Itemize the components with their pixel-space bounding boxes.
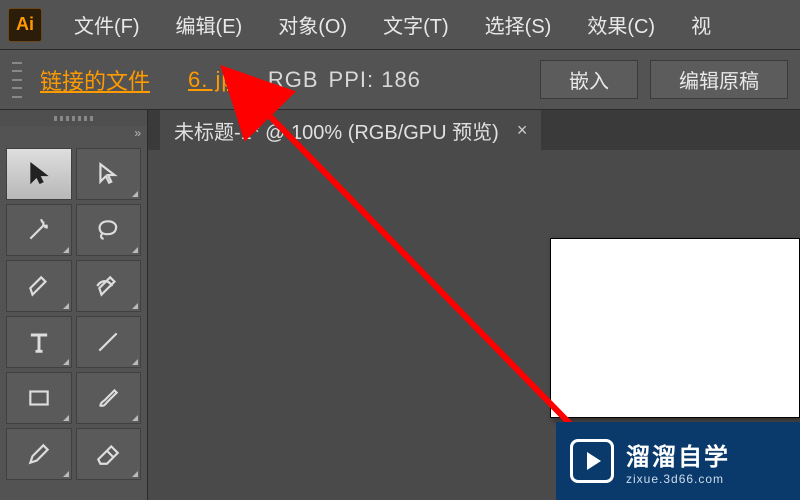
- pen-icon: [26, 273, 52, 299]
- rectangle-tool[interactable]: [6, 372, 72, 424]
- embed-button[interactable]: 嵌入: [540, 60, 638, 99]
- linked-filename[interactable]: 6. jpg: [188, 67, 248, 93]
- brush-icon: [95, 385, 121, 411]
- edit-original-button[interactable]: 编辑原稿: [650, 60, 788, 99]
- direct-selection-tool[interactable]: [76, 148, 142, 200]
- menu-object[interactable]: 对象(O): [266, 4, 359, 45]
- curvature-pen-icon: [95, 273, 121, 299]
- cursor-icon: [26, 161, 52, 187]
- menu-view-partial[interactable]: 视: [679, 4, 723, 45]
- play-icon: [570, 439, 614, 483]
- chevron-icon: »: [134, 126, 141, 142]
- pen-tool[interactable]: [6, 260, 72, 312]
- panel-drag-handle[interactable]: [0, 110, 147, 126]
- menu-bar: Ai 文件(F) 编辑(E) 对象(O) 文字(T) 选择(S) 效果(C) 视: [0, 0, 800, 50]
- rectangle-icon: [26, 385, 52, 411]
- watermark-title: 溜溜自学: [626, 437, 730, 472]
- menu-edit[interactable]: 编辑(E): [164, 4, 255, 45]
- type-icon: [25, 328, 53, 356]
- eraser-icon: [95, 441, 121, 467]
- color-mode-label: RGB: [268, 67, 319, 93]
- ppi-label: PPI: 186: [329, 67, 421, 93]
- selection-tool[interactable]: [6, 148, 72, 200]
- document-tabstrip: 未标题-1* @ 100% (RGB/GPU 预览) ×: [148, 110, 800, 150]
- menu-effect[interactable]: 效果(C): [575, 4, 667, 45]
- document-tab[interactable]: 未标题-1* @ 100% (RGB/GPU 预览) ×: [160, 110, 542, 150]
- linked-file-label[interactable]: 链接的文件: [40, 64, 150, 96]
- type-tool[interactable]: [6, 316, 72, 368]
- panel-collapse[interactable]: »: [0, 126, 147, 142]
- menu-select[interactable]: 选择(S): [473, 4, 564, 45]
- magic-wand-tool[interactable]: [6, 204, 72, 256]
- watermark-badge: 溜溜自学 zixue.3d66.com: [556, 422, 800, 500]
- watermark-url: zixue.3d66.com: [626, 472, 730, 486]
- eraser-tool[interactable]: [76, 428, 142, 480]
- close-tab-button[interactable]: ×: [517, 120, 528, 141]
- app-logo: Ai: [8, 8, 42, 42]
- document-tab-label: 未标题-1* @ 100% (RGB/GPU 预览): [174, 116, 499, 145]
- line-tool[interactable]: [76, 316, 142, 368]
- line-icon: [95, 329, 121, 355]
- magic-wand-icon: [26, 217, 52, 243]
- tools-panel: »: [0, 110, 148, 500]
- cursor-outline-icon: [95, 161, 121, 187]
- pencil-icon: [26, 441, 52, 467]
- control-bar: 链接的文件 6. jpg RGB PPI: 186 嵌入 编辑原稿: [0, 50, 800, 110]
- menu-type[interactable]: 文字(T): [371, 4, 461, 45]
- gripper-icon: [12, 62, 22, 98]
- lasso-tool[interactable]: [76, 204, 142, 256]
- lasso-icon: [95, 217, 121, 243]
- menu-file[interactable]: 文件(F): [62, 4, 152, 45]
- curvature-tool[interactable]: [76, 260, 142, 312]
- artboard[interactable]: [550, 238, 800, 418]
- pencil-tool[interactable]: [6, 428, 72, 480]
- paintbrush-tool[interactable]: [76, 372, 142, 424]
